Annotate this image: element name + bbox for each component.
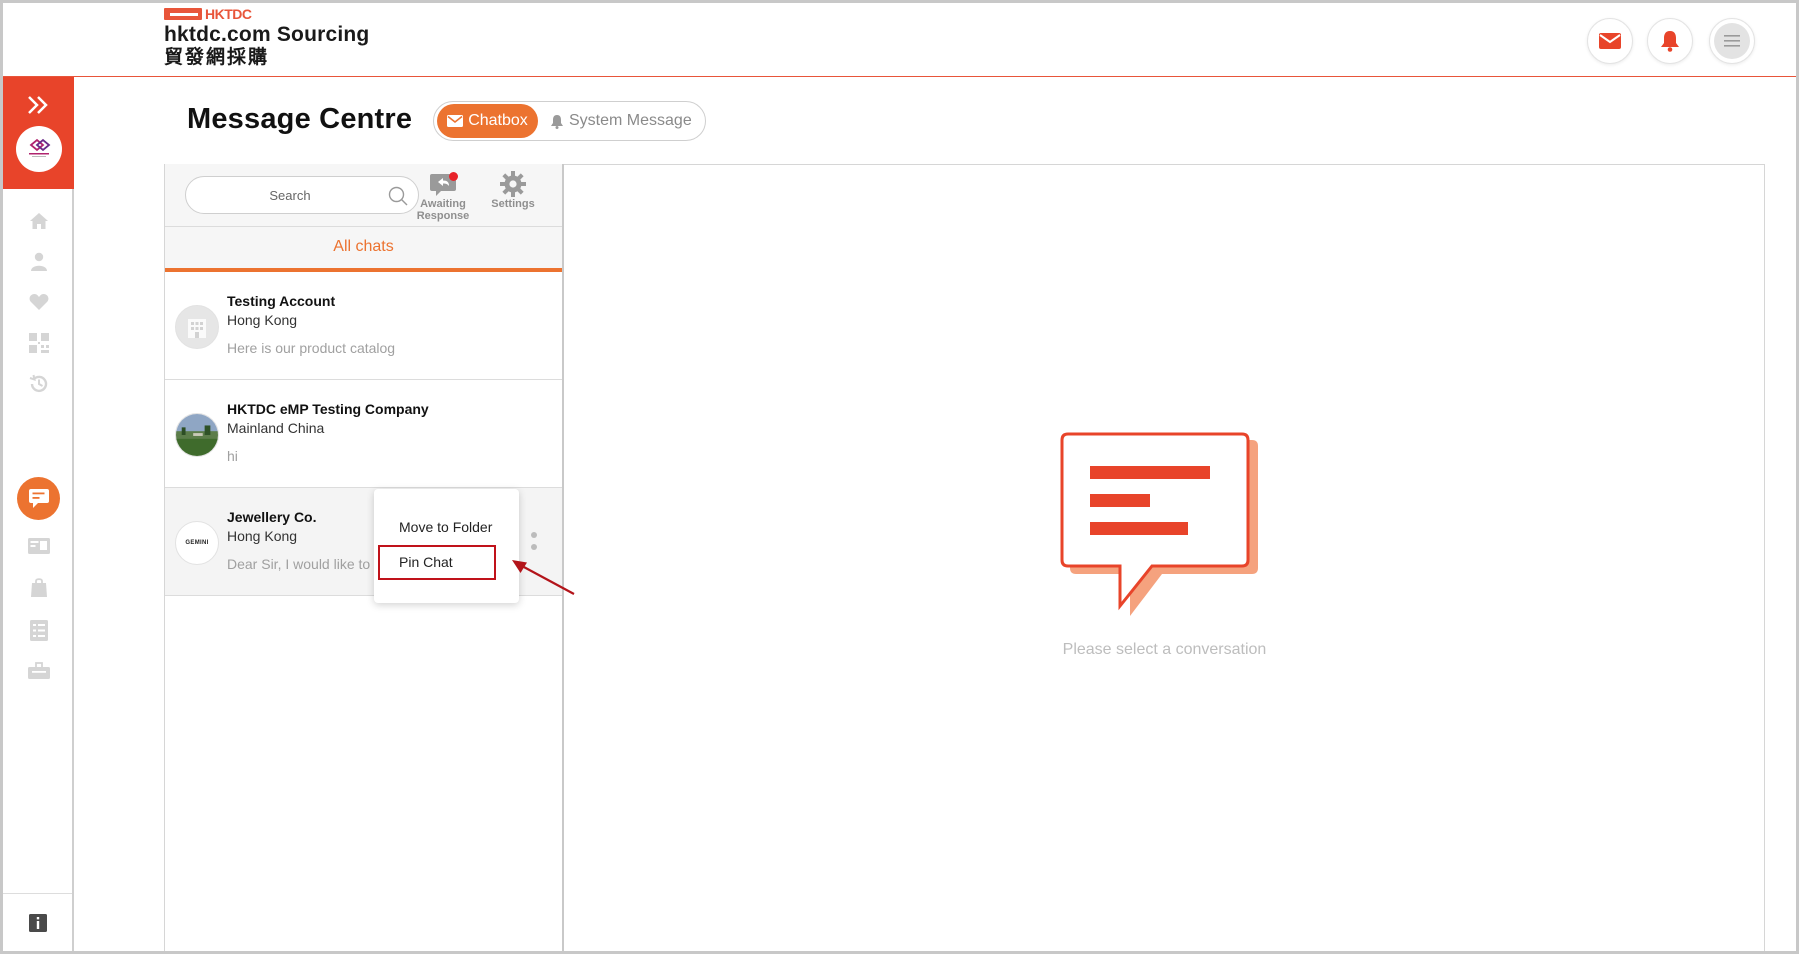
notification-button[interactable]	[1647, 18, 1693, 64]
company-avatar[interactable]	[16, 126, 62, 172]
chat-name: Jewellery Co.	[227, 509, 317, 525]
sidebar-item-home[interactable]	[21, 203, 57, 239]
awaiting-label-line1: Awaiting	[420, 198, 466, 210]
settings-button[interactable]: Settings	[485, 170, 541, 210]
chat-options-button[interactable]	[527, 528, 541, 554]
expand-sidebar-button[interactable]	[27, 95, 49, 120]
logo-mark-text: HKTDC	[205, 6, 252, 22]
sidebar-item-cards[interactable]	[21, 528, 57, 564]
message-tabs: Chatbox System Message	[433, 101, 706, 141]
sidebar-info[interactable]	[3, 893, 72, 951]
empty-state-text: Please select a conversation	[1062, 641, 1267, 658]
move-to-folder-option[interactable]: Move to Folder	[399, 519, 492, 535]
envelope-icon	[447, 115, 464, 127]
sidebar-item-profile[interactable]	[21, 244, 57, 280]
search-input[interactable]	[200, 177, 380, 213]
info-icon	[28, 913, 47, 932]
gear-icon	[500, 171, 526, 197]
tab-all-chats[interactable]: All chats	[165, 227, 562, 272]
chat-avatar	[175, 305, 219, 349]
card-icon	[28, 538, 50, 554]
sidebar-item-orders[interactable]	[21, 570, 57, 606]
sidebar-item-messages[interactable]	[17, 477, 60, 520]
mail-icon	[1599, 33, 1621, 49]
home-icon	[30, 213, 48, 229]
search-box[interactable]	[185, 176, 419, 214]
chat-location: Mainland China	[227, 420, 325, 436]
landscape-photo	[176, 414, 218, 456]
avatar-text: GEMINI	[185, 540, 209, 546]
history-icon	[29, 374, 48, 393]
chat-item[interactable]: HKTDC eMP Testing Company Mainland China…	[165, 380, 562, 488]
mail-button[interactable]	[1587, 18, 1633, 64]
chat-preview: hi	[227, 448, 238, 464]
chat-avatar: GEMINI	[175, 521, 219, 565]
heart-icon	[29, 294, 49, 310]
chat-location: Hong Kong	[227, 312, 298, 328]
tab-chatbox-label: Chatbox	[468, 112, 528, 129]
chat-name: HKTDC eMP Testing Company	[227, 401, 429, 417]
qr-code-icon	[29, 333, 49, 353]
notification-dot	[449, 172, 458, 181]
top-header: HKTDC hktdc.com Sourcing 貿發網採購	[0, 0, 1799, 77]
sidebar-header	[3, 77, 74, 189]
sidebar-item-qr[interactable]	[21, 325, 57, 361]
sidebar-item-list[interactable]	[21, 612, 57, 648]
logo-flag-icon	[164, 8, 202, 20]
tools-icon	[28, 662, 50, 679]
page-title: Message Centre	[187, 103, 413, 135]
logo-title: hktdc.com Sourcing	[164, 23, 370, 46]
chat-location: Hong Kong	[227, 528, 298, 544]
bell-icon	[551, 114, 563, 129]
pin-chat-highlight	[378, 545, 496, 580]
tab-system-label: System Message	[569, 112, 692, 129]
awaiting-response-button[interactable]: Awaiting Response	[415, 170, 471, 222]
sidebar-item-favourites[interactable]	[21, 284, 57, 320]
bell-icon	[1661, 31, 1679, 52]
chat-preview: Here is our product catalog	[227, 340, 396, 356]
tab-chatbox[interactable]: Chatbox	[437, 104, 538, 138]
chat-list-toolbar: Awaiting Response Settings	[165, 164, 562, 227]
left-sidebar	[3, 77, 74, 951]
chat-avatar	[175, 413, 219, 457]
sidebar-item-history[interactable]	[21, 366, 57, 402]
list-icon	[30, 619, 48, 641]
sidebar-item-tools[interactable]	[21, 653, 57, 689]
annotation-arrow-icon	[512, 560, 575, 595]
bag-icon	[31, 578, 47, 597]
menu-icon	[1724, 35, 1740, 47]
awaiting-label-line2: Response	[416, 210, 470, 222]
company-logo-icon	[29, 138, 51, 157]
building-icon	[188, 319, 206, 338]
user-icon	[31, 252, 47, 271]
chat-name: Testing Account	[227, 293, 336, 309]
chat-icon	[28, 489, 49, 508]
menu-button[interactable]	[1709, 18, 1755, 64]
logo-chinese: 貿發網採購	[164, 46, 270, 68]
hktdc-logo[interactable]: HKTDC hktdc.com Sourcing 貿發網採購	[164, 7, 369, 68]
tab-system-message[interactable]: System Message	[550, 112, 692, 130]
settings-label: Settings	[491, 198, 535, 210]
chat-illustration-icon	[1060, 432, 1258, 616]
chat-item[interactable]: Testing Account Hong Kong Here is our pr…	[165, 272, 562, 380]
double-chevron-right-icon	[28, 96, 48, 114]
more-options-icon	[531, 532, 537, 538]
logo-mark: HKTDC	[164, 7, 369, 21]
search-icon	[388, 186, 408, 206]
chat-preview: Dear Sir, I would like to k	[227, 556, 382, 572]
